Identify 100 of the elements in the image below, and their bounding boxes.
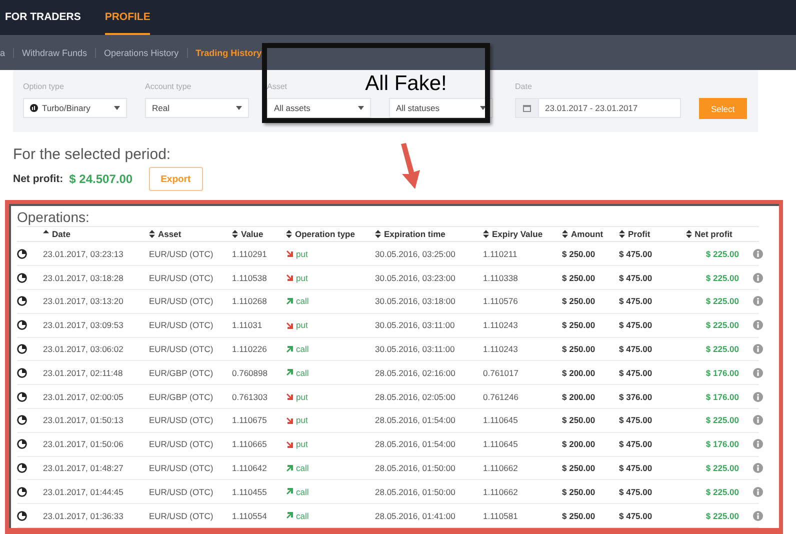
chart-icon [30, 104, 38, 112]
table-cell: put [286, 248, 375, 259]
info-icon[interactable] [753, 248, 763, 259]
clock-icon [17, 296, 27, 306]
info-icon[interactable] [753, 272, 763, 283]
table-cell-text: 28.05.2016, 02:16:00 [375, 368, 456, 378]
operations-title: Operations: [17, 208, 90, 225]
dropdown[interactable]: Turbo/Binary [23, 98, 127, 118]
table-cell-text: $ 475.00 [619, 463, 654, 473]
clock-icon [17, 510, 27, 521]
subnav-link[interactable]: Trading History [186, 48, 270, 58]
table-cell-text: 1.110665 [232, 439, 268, 450]
table-cell-text: $ 225.00 [704, 272, 739, 283]
column-header[interactable]: Operation type [286, 229, 375, 240]
table-cell-text: 1.110243 [483, 344, 519, 354]
table-cell-text: $ 475.00 [619, 368, 654, 378]
table-cell: put [286, 415, 375, 426]
table-cell-text: $ 225.00 [704, 320, 739, 330]
table-cell: call [286, 368, 375, 378]
clock-icon [17, 320, 27, 330]
table-cell-text: $ 225.00 [704, 248, 739, 259]
table-cell-text: 30.05.2016, 03:11:00 [375, 344, 456, 354]
table-cell-text: $ 250.00 [562, 296, 596, 306]
table-cell-text: 28.05.2016, 01:54:00 [375, 415, 456, 426]
nav-tab[interactable]: FOR TRADERS [5, 0, 81, 35]
table-cell-text: 1.110226 [232, 344, 268, 354]
table-cell-text: $ 225.00 [704, 486, 739, 497]
table-cell-text: 28.05.2016, 01:54:00 [375, 439, 456, 450]
column-header[interactable]: Amount [562, 229, 619, 240]
table-cell-text: 28.05.2016, 01:41:00 [375, 510, 456, 521]
info-icon[interactable] [753, 392, 763, 402]
table-cell-text: $ 475.00 [619, 486, 654, 497]
date-range-field[interactable]: 23.01.2017 - 23.01.2017 [515, 98, 681, 118]
table-cell-text: 1.110455 [232, 486, 268, 497]
info-icon[interactable] [753, 463, 763, 473]
table-cell-text: $ 176.00 [704, 392, 739, 402]
info-icon[interactable] [753, 510, 763, 521]
table-cell-text: $ 225.00 [704, 296, 739, 306]
field-label: Option type [23, 82, 65, 92]
table-cell-text: $ 475.00 [619, 344, 654, 354]
column-header[interactable]: Profit [619, 229, 679, 240]
column-header[interactable]: Value [232, 229, 286, 240]
table-cell: put [286, 439, 375, 450]
table-cell-text: 1.110211 [483, 248, 518, 259]
info-icon[interactable] [753, 368, 763, 378]
info-icon[interactable] [753, 415, 763, 426]
table-cell-text: EUR/USD (OTC) [149, 415, 214, 426]
table-cell-text: 1.110338 [483, 272, 519, 283]
clock-icon [17, 486, 27, 497]
annotation-text: All Fake! [365, 72, 447, 96]
table-cell-text: $ 475.00 [619, 248, 654, 259]
table-cell-text: 30.05.2016, 03:18:00 [375, 296, 456, 306]
dropdown-caret-icon [358, 106, 364, 110]
table-cell-text: 1.110581 [483, 510, 519, 521]
info-icon[interactable] [753, 439, 763, 450]
table-cell-text: EUR/USD (OTC) [149, 320, 214, 330]
dropdown[interactable]: All assets [267, 98, 371, 118]
table-cell-text: 1.110538 [232, 272, 268, 283]
column-header[interactable]: Expiration time [375, 229, 483, 240]
subnav-link[interactable]: Withdraw Funds [13, 48, 96, 58]
dropdown[interactable]: Real [145, 98, 249, 118]
table-cell: put [286, 320, 375, 330]
dropdown[interactable]: All statuses [389, 98, 493, 118]
column-header[interactable]: Date [43, 229, 149, 240]
info-icon[interactable] [753, 344, 763, 354]
column-header[interactable]: Expiry Value [483, 229, 562, 240]
table-cell-text: 23.01.2017, 03:06:02 [43, 344, 124, 354]
table-cell-text: $ 225.00 [704, 510, 739, 521]
table-cell-text: EUR/USD (OTC) [149, 272, 214, 283]
clock-icon [17, 392, 27, 402]
field-label: Asset [267, 82, 288, 92]
info-icon[interactable] [753, 296, 763, 306]
table-cell-text: $ 250.00 [562, 272, 596, 283]
column-header[interactable]: Asset [149, 229, 232, 240]
table-cell: put [286, 392, 375, 402]
table-cell-text: 1.110662 [483, 463, 519, 473]
table-cell-text: $ 225.00 [704, 344, 739, 354]
calendar-icon [523, 104, 531, 112]
table-cell-text: $ 250.00 [562, 463, 596, 473]
info-icon[interactable] [753, 320, 763, 330]
table-cell-text: 1.110576 [483, 296, 519, 306]
table-cell: call [286, 510, 375, 521]
table-cell-text: 23.01.2017, 03:23:13 [43, 248, 124, 259]
table-cell-text: 23.01.2017, 01:36:33 [43, 510, 124, 521]
table-cell: call [286, 296, 375, 306]
info-icon[interactable] [753, 486, 763, 497]
column-header[interactable]: Net profit [679, 229, 739, 240]
table-cell-text: 30.05.2016, 03:23:00 [375, 272, 456, 283]
table-cell: call [286, 463, 375, 473]
table-cell-text: 1.110642 [232, 463, 268, 473]
table-cell-text: 1.110675 [232, 415, 268, 426]
table-cell-text: 23.01.2017, 03:18:28 [43, 272, 124, 283]
field-label: Date [515, 82, 533, 92]
subnav-link[interactable]: a [0, 48, 14, 58]
clock-icon [17, 368, 27, 378]
table-cell-text: $ 250.00 [562, 344, 596, 354]
subnav-link[interactable]: Operations History [95, 48, 187, 58]
clock-icon [17, 344, 27, 354]
table-cell-text: EUR/GBP (OTC) [149, 368, 214, 378]
table-cell-text: $ 475.00 [619, 320, 654, 330]
